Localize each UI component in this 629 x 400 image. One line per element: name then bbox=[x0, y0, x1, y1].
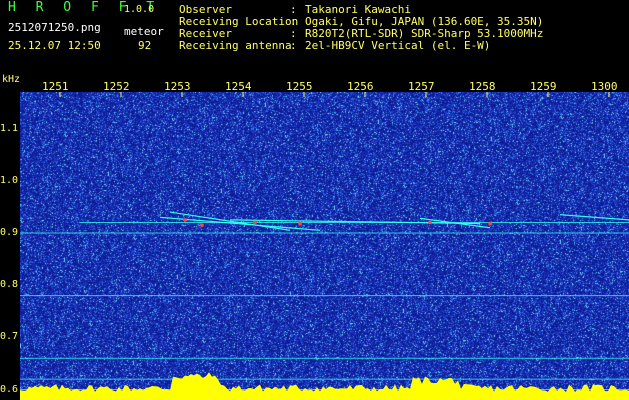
filename: 2512071250.png bbox=[8, 21, 101, 34]
meteor-head bbox=[428, 220, 432, 225]
app-version: 1.0.0 bbox=[124, 4, 155, 15]
meteor-trace bbox=[169, 211, 291, 231]
antenna-label: Receiving antenna bbox=[179, 39, 292, 52]
meteor-head bbox=[298, 221, 302, 226]
meteor-head bbox=[253, 220, 257, 225]
y-tick-label: 1.0 bbox=[0, 174, 19, 186]
meteor-head bbox=[200, 223, 204, 227]
y-tick-label: 0.8 bbox=[0, 279, 19, 291]
meteor-head bbox=[183, 218, 187, 222]
antenna-value: 2el-HB9CV Vertical (el. E-W) bbox=[305, 39, 491, 52]
y-unit-label: kHz bbox=[2, 74, 21, 85]
meteor-label: meteor bbox=[124, 25, 164, 38]
y-tick-label: 1.1 bbox=[0, 122, 19, 134]
meteor-count: 92 bbox=[138, 39, 152, 52]
amplitude-strip bbox=[20, 372, 629, 400]
y-tick-label: 0.7 bbox=[0, 331, 19, 343]
spectrogram-plot bbox=[20, 92, 629, 400]
antenna-colon: : bbox=[290, 39, 297, 52]
timestamp: 25.12.07 12:50 bbox=[8, 39, 101, 52]
header-panel: H R O F F T 1.0.0 2512071250.png meteor … bbox=[0, 0, 629, 74]
y-tick-label: 0.6 bbox=[0, 383, 19, 395]
spectrogram-overlay bbox=[20, 92, 629, 400]
meteor-head bbox=[488, 221, 492, 226]
y-tick-label: 0.9 bbox=[0, 226, 19, 238]
meteor-trace bbox=[559, 214, 629, 221]
